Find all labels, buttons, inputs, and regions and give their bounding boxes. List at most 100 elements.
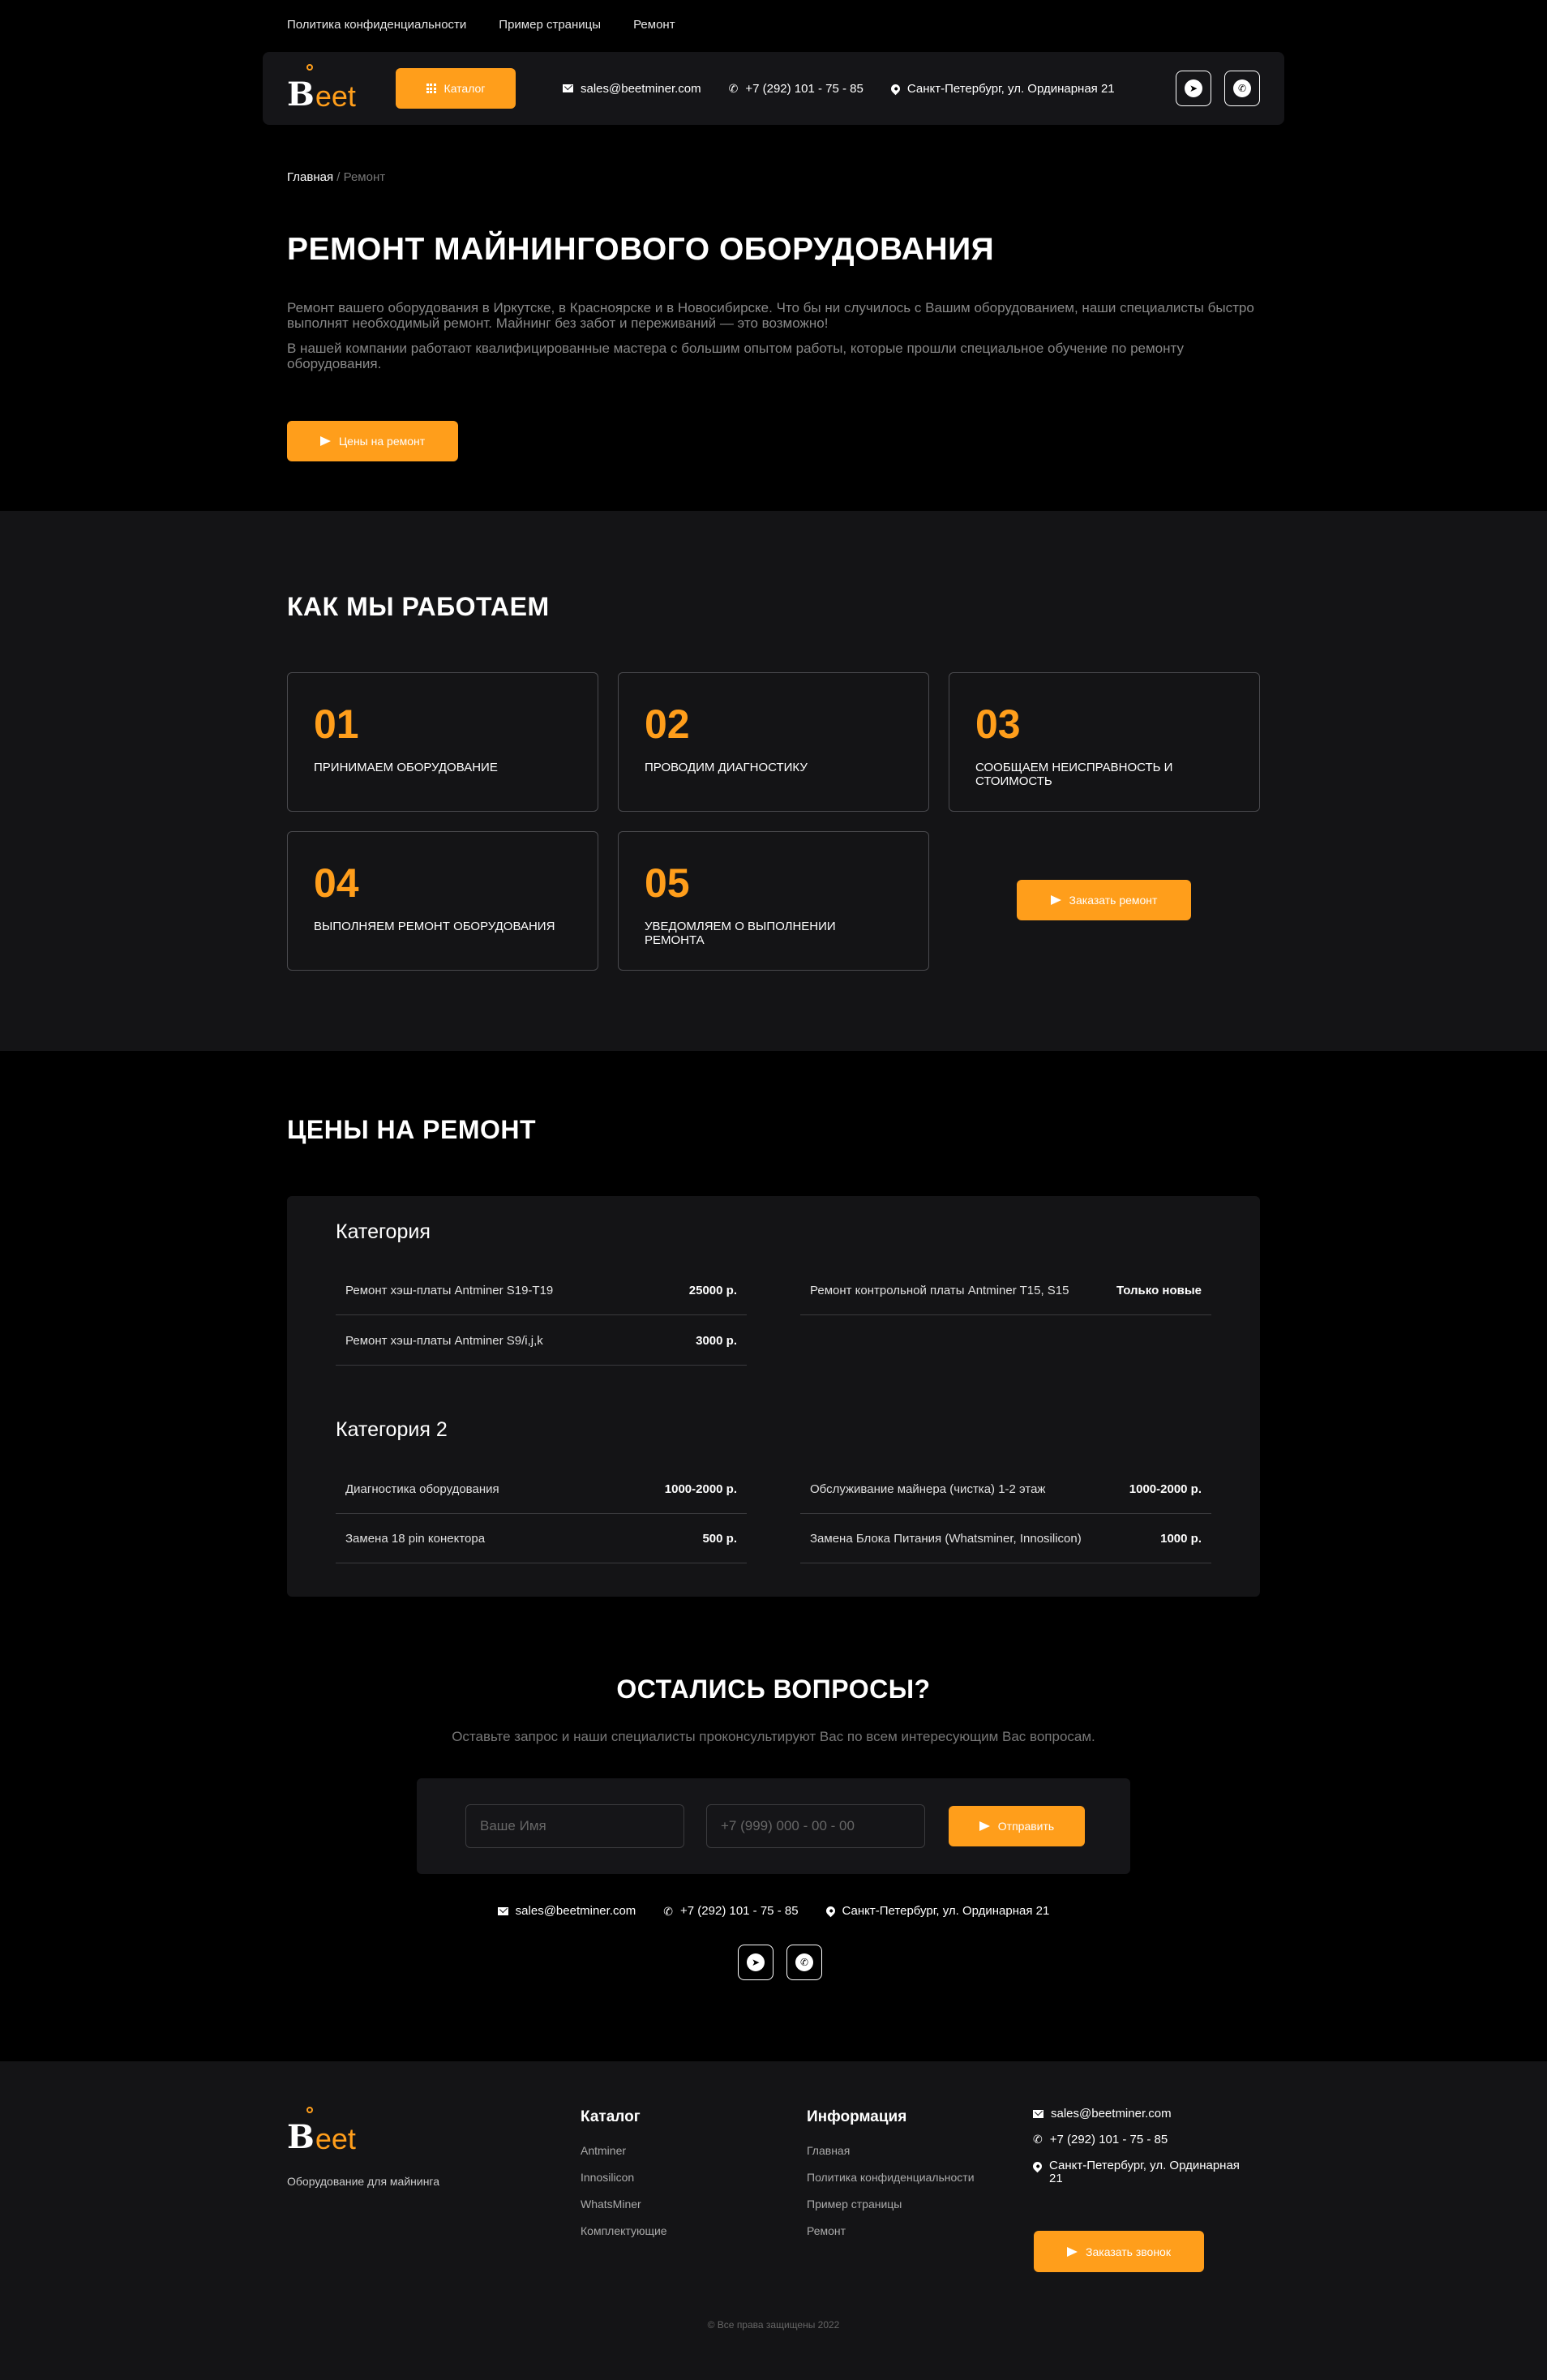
- price-value: 500 р.: [702, 1531, 737, 1546]
- price-row: Обслуживание майнера (чистка) 1-2 этаж 1…: [800, 1464, 1211, 1514]
- price-row: Ремонт хэш-платы Antminer S19-T19 25000 …: [336, 1266, 747, 1315]
- catalog-button-label: Каталог: [444, 82, 486, 95]
- prices-button[interactable]: Цены на ремонт: [287, 421, 458, 461]
- step-number: 01: [314, 701, 359, 747]
- footer-phone[interactable]: ✆ +7 (292) 101 - 75 - 85: [1033, 2133, 1252, 2146]
- mail-icon: [497, 1906, 508, 1915]
- copyright: © Все права защищены 2022: [707, 2319, 840, 2331]
- telegram-icon: ➤: [1185, 79, 1202, 97]
- send-icon: [1067, 2246, 1078, 2257]
- footer-tagline: Оборудование для майнинга: [287, 2175, 440, 2188]
- mail-icon: [1033, 2110, 1043, 2118]
- phone-icon: ✆: [1033, 2133, 1043, 2146]
- whatsapp-button[interactable]: ✆: [1224, 71, 1260, 106]
- top-link-privacy[interactable]: Политика конфиденциальности: [287, 18, 466, 36]
- hero-paragraph-2: В нашей компании работают квалифицирован…: [287, 341, 1184, 371]
- name-input[interactable]: [465, 1804, 684, 1848]
- price-name: Ремонт хэш-платы Antminer S9/i,j,k: [345, 1333, 543, 1348]
- breadcrumb-current: Ремонт: [343, 170, 386, 184]
- location-icon: [1031, 2159, 1044, 2173]
- header-email[interactable]: sales@beetminer.com: [563, 82, 701, 96]
- step-number: 04: [314, 860, 359, 906]
- location-icon: [824, 1904, 837, 1918]
- step-card-4: 04 ВЫПОЛНЯЕМ РЕМОНТ ОБОРУДОВАНИЯ: [287, 831, 598, 971]
- footer-phone-text: +7 (292) 101 - 75 - 85: [1049, 2133, 1168, 2146]
- price-value: 1000-2000 р.: [1129, 1482, 1202, 1496]
- mail-icon: [563, 84, 573, 92]
- footer-link-sample[interactable]: Пример страницы: [807, 2198, 975, 2211]
- phone-input[interactable]: [706, 1804, 925, 1848]
- phone-icon: ✆: [728, 82, 739, 95]
- breadcrumb-separator: /: [333, 170, 344, 184]
- footer-email[interactable]: sales@beetminer.com: [1033, 2108, 1252, 2121]
- header-bar: B eet Каталог sales@beetminer.com ✆ +7 (…: [263, 52, 1284, 125]
- whatsapp-icon: ✆: [795, 1953, 813, 1971]
- breadcrumb-home[interactable]: Главная: [287, 170, 333, 184]
- send-icon: [1050, 895, 1061, 905]
- questions-subtitle: Оставьте запрос и наши специалисты проко…: [452, 1729, 1095, 1744]
- price-value: 3000 р.: [696, 1333, 737, 1348]
- telegram-button[interactable]: ➤: [1176, 71, 1211, 106]
- footer-email-text: sales@beetminer.com: [1051, 2107, 1172, 2121]
- top-link-sample[interactable]: Пример страницы: [499, 18, 601, 36]
- contact-form: Отправить: [417, 1778, 1130, 1874]
- questions-socials: ➤ ✆: [738, 1945, 822, 1980]
- hero-paragraph-1: Ремонт вашего оборудования в Иркутске, в…: [287, 300, 1254, 331]
- header-phone[interactable]: ✆ +7 (292) 101 - 75 - 85: [729, 82, 863, 96]
- footer-info-title: Информация: [807, 2108, 907, 2125]
- top-links: Политика конфиденциальности Пример стран…: [287, 18, 1260, 36]
- footer-logo[interactable]: B eet: [287, 2107, 360, 2154]
- prices-box: Категория Ремонт хэш-платы Antminer S19-…: [287, 1196, 1260, 1597]
- prices-title: ЦЕНЫ НА РЕМОНТ: [287, 1115, 537, 1144]
- step-number: 02: [645, 701, 690, 747]
- telegram-icon: ➤: [747, 1953, 765, 1971]
- footer-link-antminer[interactable]: Antminer: [581, 2144, 667, 2157]
- price-row: Замена 18 pin конектора 500 р.: [336, 1514, 747, 1563]
- location-icon: [889, 82, 902, 95]
- telegram-button[interactable]: ➤: [738, 1945, 774, 1980]
- footer-link-privacy[interactable]: Политика конфиденциальности: [807, 2171, 975, 2184]
- order-repair-button[interactable]: Заказать ремонт: [1017, 880, 1191, 920]
- logo-b: B: [287, 75, 315, 114]
- footer-link-innosilicon[interactable]: Innosilicon: [581, 2171, 667, 2184]
- price-row: Ремонт контрольной платы Antminer T15, S…: [800, 1266, 1211, 1315]
- hero-text: Ремонт вашего оборудования в Иркутске, в…: [287, 300, 1260, 381]
- header-address-text: Санкт-Петербург, ул. Ординарная 21: [906, 81, 1115, 96]
- logo[interactable]: B eet: [287, 64, 360, 114]
- footer-link-home[interactable]: Главная: [807, 2144, 975, 2157]
- step-card-1: 01 ПРИНИМАЕМ ОБОРУДОВАНИЕ: [287, 672, 598, 812]
- questions-title: ОСТАЛИСЬ ВОПРОСЫ?: [616, 1675, 931, 1704]
- step-label: ПРИНИМАЕМ ОБОРУДОВАНИЕ: [314, 761, 498, 774]
- category-title: Категория: [336, 1220, 431, 1243]
- footer-catalog-title: Каталог: [581, 2108, 641, 2125]
- logo-coin-icon: [306, 2107, 313, 2113]
- whatsapp-button[interactable]: ✆: [786, 1945, 822, 1980]
- footer-catalog: Каталог Antminer Innosilicon WhatsMiner …: [581, 2108, 667, 2251]
- questions-contacts: sales@beetminer.com ✆ +7 (292) 101 - 75 …: [0, 1904, 1547, 1918]
- price-row: Ремонт хэш-платы Antminer S9/i,j,k 3000 …: [336, 1316, 747, 1366]
- phone-icon: ✆: [663, 1904, 674, 1918]
- send-button[interactable]: Отправить: [949, 1806, 1085, 1846]
- price-value: 1000-2000 р.: [664, 1482, 737, 1496]
- header-address: Санкт-Петербург, ул. Ординарная 21: [889, 81, 1115, 96]
- questions-phone-text: +7 (292) 101 - 75 - 85: [680, 1904, 799, 1918]
- price-name: Замена 18 pin конектора: [345, 1531, 486, 1546]
- order-repair-label: Заказать ремонт: [1069, 894, 1158, 907]
- logo-text: eet: [315, 79, 356, 113]
- step-card-5: 05 УВЕДОМЛЯЕМ О ВЫПОЛНЕНИИ РЕМОНТА: [618, 831, 929, 971]
- questions-email[interactable]: sales@beetminer.com: [497, 1904, 636, 1918]
- catalog-button[interactable]: Каталог: [396, 68, 516, 109]
- price-name: Обслуживание майнера (чистка) 1-2 этаж: [810, 1482, 1046, 1496]
- footer-link-parts[interactable]: Комплектующие: [581, 2224, 667, 2237]
- footer-link-whatsminer[interactable]: WhatsMiner: [581, 2198, 667, 2211]
- footer-info: Информация Главная Политика конфиденциал…: [807, 2108, 975, 2251]
- top-link-repair[interactable]: Ремонт: [633, 18, 675, 36]
- price-value: 1000 р.: [1160, 1531, 1202, 1546]
- footer-link-repair[interactable]: Ремонт: [807, 2224, 975, 2237]
- price-name: Диагностика оборудования: [345, 1482, 499, 1496]
- order-call-button[interactable]: Заказать звонок: [1034, 2231, 1204, 2272]
- questions-phone[interactable]: ✆ +7 (292) 101 - 75 - 85: [663, 1904, 798, 1918]
- step-card-3: 03 СООБЩАЕМ НЕИСПРАВНОСТЬ И СТОИМОСТЬ: [949, 672, 1260, 812]
- header-socials: ➤ ✆: [1176, 71, 1260, 106]
- page-title: РЕМОНТ МАЙНИНГОВОГО ОБОРУДОВАНИЯ: [287, 232, 995, 267]
